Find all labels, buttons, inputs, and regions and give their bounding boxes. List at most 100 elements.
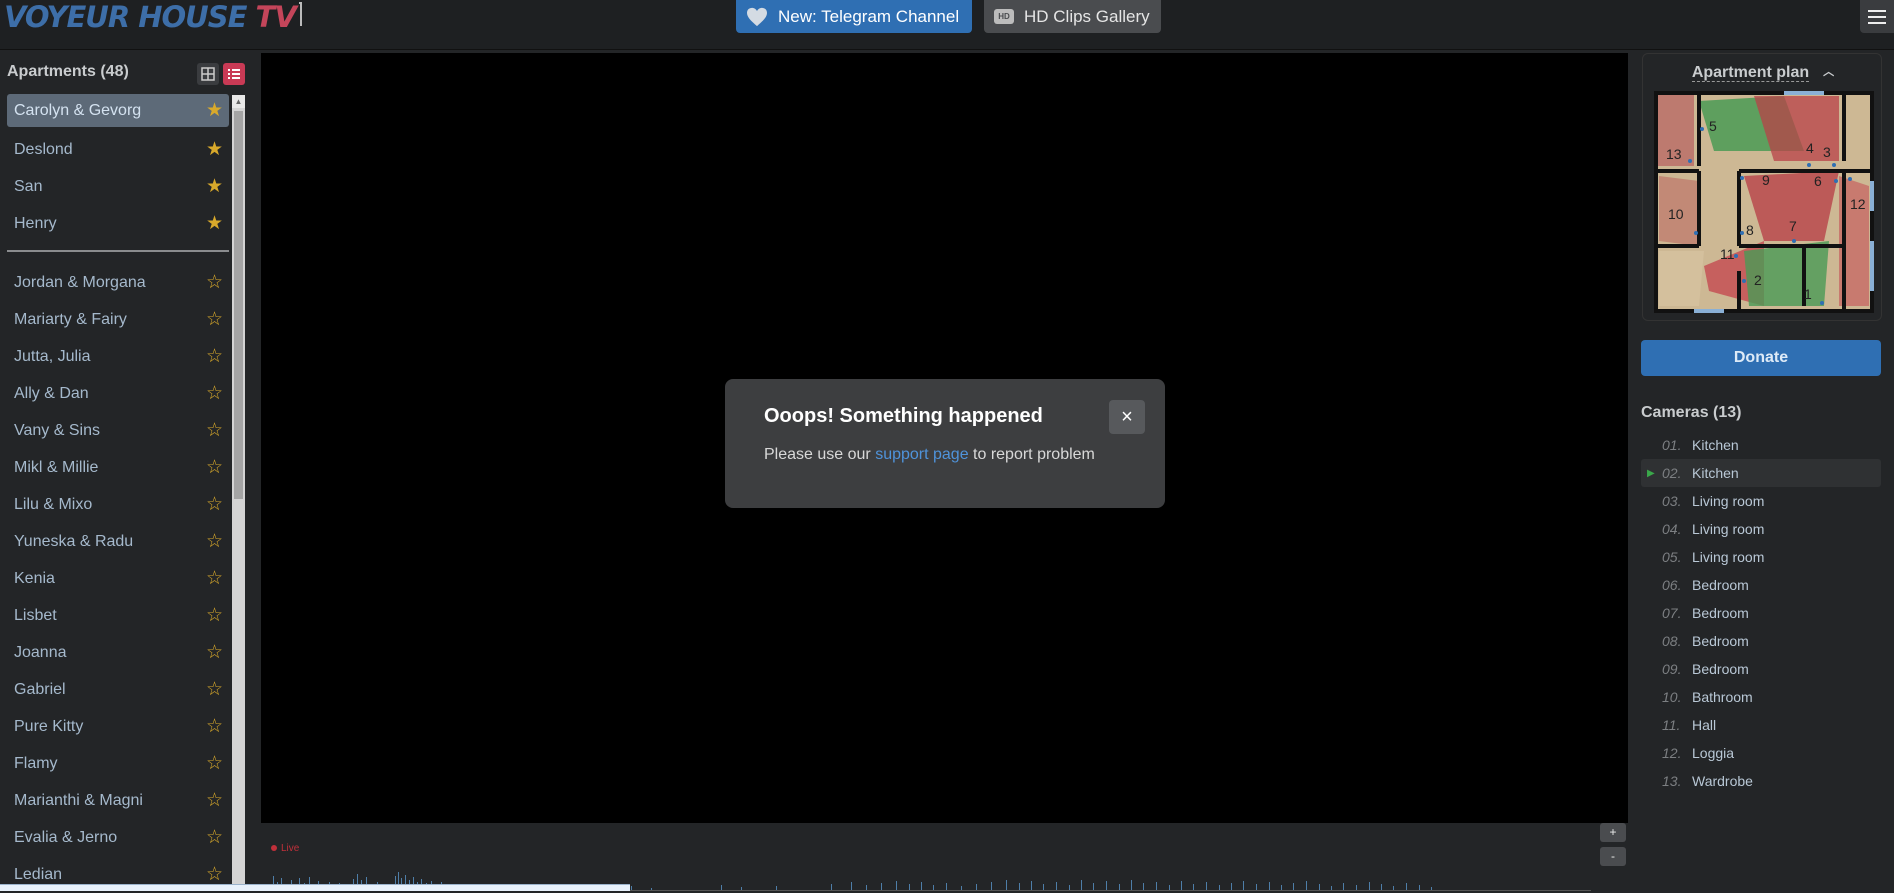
star-outline-icon[interactable]: ☆ [206, 569, 223, 588]
scrollbar-thumb[interactable] [234, 111, 243, 499]
donate-button[interactable]: Donate [1641, 340, 1881, 376]
camera-number: 13. [1662, 773, 1682, 789]
camera-number: 02. [1662, 465, 1682, 481]
apartment-item[interactable]: Gabriel ☆ [7, 671, 229, 708]
apartment-label: Henry [14, 214, 57, 232]
plan-camera-13[interactable]: 13 [1666, 146, 1682, 162]
apartment-label: Jutta, Julia [14, 347, 91, 365]
camera-item[interactable]: 08. Bedroom [1641, 627, 1881, 655]
plan-camera-11[interactable]: 11 [1720, 246, 1735, 262]
star-outline-icon[interactable]: ☆ [206, 310, 223, 329]
camera-item[interactable]: 01. Kitchen [1641, 431, 1881, 459]
floor-plan-map[interactable]: 5 13 4 3 9 6 12 10 8 7 11 2 1 [1654, 91, 1874, 313]
star-outline-icon[interactable]: ☆ [206, 865, 223, 884]
plan-camera-1[interactable]: 1 [1804, 286, 1812, 302]
star-outline-icon[interactable]: ☆ [206, 717, 223, 736]
camera-name: Wardrobe [1692, 773, 1753, 789]
logo-bracket [298, 2, 302, 26]
apartment-item[interactable]: Jutta, Julia ☆ [7, 338, 229, 375]
plan-camera-4[interactable]: 4 [1806, 140, 1814, 156]
apartment-item[interactable]: Henry ★ [7, 205, 229, 242]
camera-name: Hall [1692, 717, 1717, 733]
camera-item[interactable]: 04. Living room [1641, 515, 1881, 543]
telegram-channel-button[interactable]: New: Telegram Channel [736, 0, 972, 33]
support-page-link[interactable]: support page [875, 446, 968, 463]
apartment-item[interactable]: Yuneska & Radu ☆ [7, 523, 229, 560]
site-logo[interactable]: VOYEUR HOUSE TV [4, 0, 302, 34]
plan-camera-8[interactable]: 8 [1746, 222, 1754, 238]
timeline[interactable]: Live + - [261, 823, 1628, 891]
star-filled-icon[interactable]: ★ [206, 177, 223, 196]
star-outline-icon[interactable]: ☆ [206, 680, 223, 699]
apartment-label: Mikl & Millie [14, 458, 99, 476]
apartment-item[interactable]: San ★ [7, 168, 229, 205]
star-outline-icon[interactable]: ☆ [206, 791, 223, 810]
star-outline-icon[interactable]: ☆ [206, 643, 223, 662]
star-filled-icon[interactable]: ★ [206, 101, 223, 120]
apartment-item[interactable]: Pure Kitty ☆ [7, 708, 229, 745]
star-outline-icon[interactable]: ☆ [206, 532, 223, 551]
plan-camera-9[interactable]: 9 [1762, 172, 1770, 188]
zoom-out-button[interactable]: - [1600, 847, 1626, 866]
apartment-item[interactable]: Jordan & Morgana ☆ [7, 264, 229, 301]
close-button[interactable]: × [1109, 400, 1145, 434]
logo-text: VOYEUR HOUSE [4, 0, 247, 34]
star-outline-icon[interactable]: ☆ [206, 384, 223, 403]
camera-item[interactable]: 09. Bedroom [1641, 655, 1881, 683]
zoom-in-button[interactable]: + [1600, 823, 1626, 842]
apartment-item[interactable]: Joanna ☆ [7, 634, 229, 671]
apartment-item[interactable]: Ally & Dan ☆ [7, 375, 229, 412]
apartment-label: San [14, 177, 43, 195]
plan-camera-6[interactable]: 6 [1814, 173, 1822, 189]
camera-item[interactable]: 12. Loggia [1641, 739, 1881, 767]
plan-camera-2[interactable]: 2 [1754, 272, 1762, 288]
star-filled-icon[interactable]: ★ [206, 214, 223, 233]
camera-item[interactable]: 13. Wardrobe [1641, 767, 1881, 795]
sidebar-scrollbar[interactable]: ▲ [232, 95, 245, 891]
hd-clips-gallery-button[interactable]: HD HD Clips Gallery [984, 0, 1161, 33]
scroll-up-arrow-icon[interactable]: ▲ [232, 95, 245, 108]
plan-camera-3[interactable]: 3 [1823, 144, 1831, 160]
plan-camera-5[interactable]: 5 [1709, 118, 1717, 134]
apartment-item[interactable]: Flamy ☆ [7, 745, 229, 782]
star-outline-icon[interactable]: ☆ [206, 495, 223, 514]
star-outline-icon[interactable]: ☆ [206, 421, 223, 440]
apartment-item[interactable]: Mariarty & Fairy ☆ [7, 301, 229, 338]
apartment-item[interactable]: Kenia ☆ [7, 560, 229, 597]
camera-item[interactable]: 03. Living room [1641, 487, 1881, 515]
camera-item[interactable]: 11. Hall [1641, 711, 1881, 739]
apartment-item[interactable]: Lilu & Mixo ☆ [7, 486, 229, 523]
star-outline-icon[interactable]: ☆ [206, 458, 223, 477]
apartment-item[interactable]: Carolyn & Gevorg ★ [7, 94, 229, 127]
star-outline-icon[interactable]: ☆ [206, 754, 223, 773]
apartment-item[interactable]: Marianthi & Magni ☆ [7, 782, 229, 819]
hamburger-menu-button[interactable] [1860, 0, 1894, 33]
apartment-plan-toggle[interactable]: Apartment plan ︿ [1643, 63, 1883, 82]
apartment-item[interactable]: Deslond ★ [7, 131, 229, 168]
star-outline-icon[interactable]: ☆ [206, 828, 223, 847]
apartment-item[interactable]: Lisbet ☆ [7, 597, 229, 634]
apartment-item[interactable]: Evalia & Jerno ☆ [7, 819, 229, 856]
plan-camera-7[interactable]: 7 [1789, 218, 1797, 234]
apartment-item[interactable]: Mikl & Millie ☆ [7, 449, 229, 486]
apartments-sidebar: Apartments (48) Carolyn & Gevorg ★ Deslon… [0, 51, 250, 891]
star-filled-icon[interactable]: ★ [206, 140, 223, 159]
star-outline-icon[interactable]: ☆ [206, 273, 223, 292]
apartment-label: Kenia [14, 569, 55, 587]
star-outline-icon[interactable]: ☆ [206, 347, 223, 366]
star-outline-icon[interactable]: ☆ [206, 606, 223, 625]
live-indicator[interactable]: Live [271, 843, 299, 854]
plan-camera-12[interactable]: 12 [1850, 196, 1866, 212]
camera-item-active[interactable]: ▶ 02. Kitchen [1641, 459, 1881, 487]
plan-camera-10[interactable]: 10 [1668, 206, 1684, 222]
list-view-button[interactable] [223, 63, 245, 85]
camera-item[interactable]: 07. Bedroom [1641, 599, 1881, 627]
camera-name: Bedroom [1692, 577, 1749, 593]
grid-view-button[interactable] [197, 63, 219, 85]
camera-item[interactable]: 10. Bathroom [1641, 683, 1881, 711]
camera-item[interactable]: 05. Living room [1641, 543, 1881, 571]
menu-icon-line [1868, 21, 1886, 24]
apartment-label: Ledian [14, 865, 63, 883]
apartment-item[interactable]: Vany & Sins ☆ [7, 412, 229, 449]
camera-item[interactable]: 06. Bedroom [1641, 571, 1881, 599]
